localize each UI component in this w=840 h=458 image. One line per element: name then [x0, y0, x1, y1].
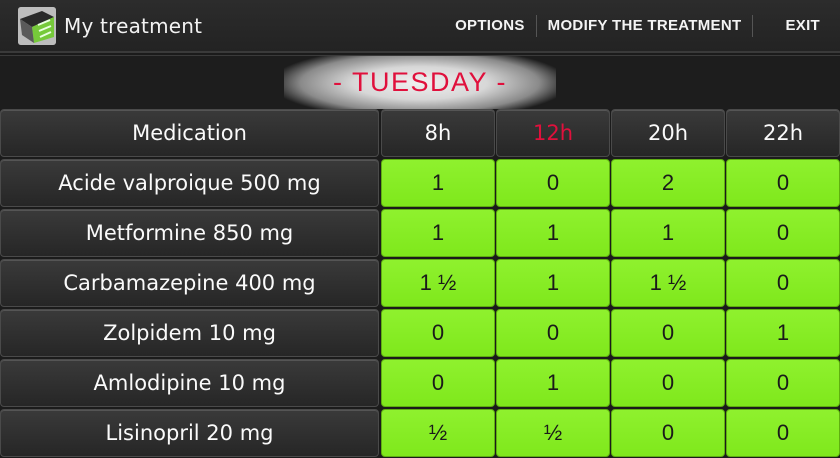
dose-cell-8h[interactable]: 1: [381, 159, 495, 207]
dose-cell-20h[interactable]: 2: [611, 159, 725, 207]
dose-cell-22h[interactable]: 0: [726, 259, 840, 307]
dose-cell-20h[interactable]: 1 ½: [611, 259, 725, 307]
medication-column-header: Medication: [0, 109, 379, 157]
action-menu: OPTIONS MODIFY THE TREATMENT EXIT: [444, 0, 840, 51]
medication-row: Carbamazepine 400 mg 1 ½11 ½0: [0, 258, 840, 308]
dose-cell-22h[interactable]: 0: [726, 159, 840, 207]
dose-cell-8h[interactable]: 0: [381, 359, 495, 407]
hour-header-20h: 20h: [611, 109, 725, 157]
hour-header-8h: 8h: [381, 109, 495, 157]
medication-name-metformine[interactable]: Metformine 850 mg: [0, 209, 379, 257]
hour-header-22h: 22h: [726, 109, 840, 157]
dose-cell-20h[interactable]: 0: [611, 359, 725, 407]
medication-name-zolpidem[interactable]: Zolpidem 10 mg: [0, 309, 379, 357]
dose-cell-12h[interactable]: 0: [496, 309, 610, 357]
hour-header-12h: 12h: [496, 109, 610, 157]
medication-row: Amlodipine 10 mg 0 1 0 0: [0, 358, 840, 408]
dose-cell-20h[interactable]: 1: [611, 209, 725, 257]
medication-name-lisinopril[interactable]: Lisinopril 20 mg: [0, 409, 379, 457]
modify-treatment-button[interactable]: MODIFY THE TREATMENT: [537, 0, 753, 51]
table-header-row: Medication 8h 12h 20h 22h: [0, 108, 840, 158]
dose-cell-20h[interactable]: 0: [611, 409, 725, 457]
medication-row: Metformine 850 mg 1 1 1 0: [0, 208, 840, 258]
medication-row: Zolpidem 10 mg 0 0 0 1: [0, 308, 840, 358]
dose-cell-12h[interactable]: 1: [496, 259, 610, 307]
dose-cell-8h[interactable]: 0: [381, 309, 495, 357]
dose-cell-12h[interactable]: 1: [496, 209, 610, 257]
exit-button[interactable]: EXIT: [753, 0, 840, 51]
dose-cell-22h[interactable]: 0: [726, 359, 840, 407]
medication-name-amlodipine[interactable]: Amlodipine 10 mg: [0, 359, 379, 407]
app-title: My treatment: [64, 13, 203, 38]
day-label[interactable]: - TUESDAY -: [333, 67, 507, 98]
dose-cell-8h[interactable]: 1: [381, 209, 495, 257]
options-button[interactable]: OPTIONS: [444, 0, 536, 51]
medication-row: Lisinopril 20 mg ½ ½ 0 0: [0, 408, 840, 458]
dose-cell-22h[interactable]: 1: [726, 309, 840, 357]
action-bar: My treatment OPTIONS MODIFY THE TREATMEN…: [0, 0, 840, 53]
pill-box-icon[interactable]: [18, 6, 56, 45]
day-banner: - TUESDAY -: [0, 55, 840, 109]
dose-cell-22h[interactable]: 0: [726, 209, 840, 257]
medication-row: Acide valproique 500 mg 1 0 2 0: [0, 158, 840, 208]
dose-cell-8h[interactable]: 1 ½: [381, 259, 495, 307]
dose-cell-12h[interactable]: 0: [496, 159, 610, 207]
dose-cell-22h[interactable]: 0: [726, 409, 840, 457]
medication-name-acide-valproique[interactable]: Acide valproique 500 mg: [0, 159, 379, 207]
dose-cell-12h[interactable]: ½: [496, 409, 610, 457]
dose-cell-20h[interactable]: 0: [611, 309, 725, 357]
dose-cell-12h[interactable]: 1: [496, 359, 610, 407]
medication-name-carbamazepine[interactable]: Carbamazepine 400 mg: [0, 259, 379, 307]
dose-cell-8h[interactable]: ½: [381, 409, 495, 457]
